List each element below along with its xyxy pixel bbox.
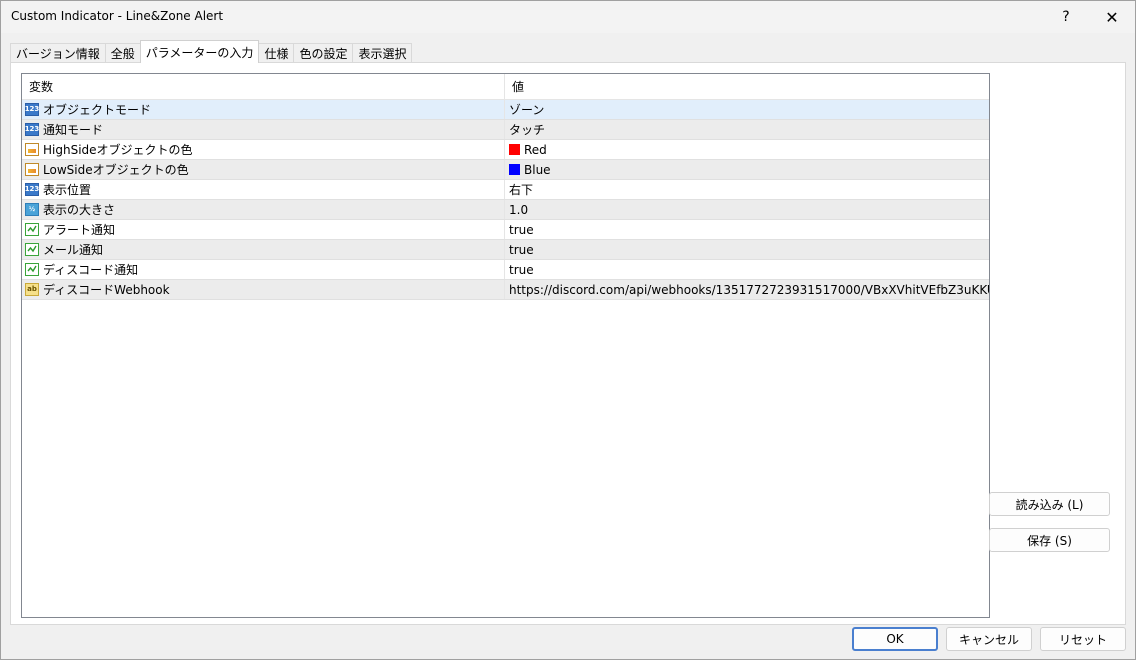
parameter-value-cell[interactable]: true [505, 240, 989, 259]
parameter-row[interactable]: LowSideオブジェクトの色 Blue [22, 160, 989, 180]
parameter-value: 右下 [509, 183, 534, 197]
load-button[interactable]: 読み込み (L) [989, 492, 1110, 516]
parameter-value: true [509, 242, 534, 257]
color-type-icon [25, 163, 39, 176]
color-swatch [509, 164, 520, 175]
parameter-value-cell[interactable]: タッチ [505, 120, 989, 139]
parameter-value-cell[interactable]: true [505, 260, 989, 279]
integer-type-icon: 123 [25, 103, 39, 116]
parameter-value: https://discord.com/api/webhooks/1351772… [509, 282, 989, 297]
parameter-row[interactable]: ab ディスコードWebhook https://discord.com/api/w… [22, 280, 989, 300]
parameter-row[interactable]: 123 通知モード タッチ [22, 120, 989, 140]
ok-button[interactable]: OK [852, 627, 938, 651]
double-type-icon: ½ [25, 203, 39, 216]
tab-color-settings[interactable]: 色の設定 [293, 43, 354, 63]
parameter-name: ディスコードWebhook [43, 283, 170, 297]
parameter-value-cell[interactable]: ゾーン [505, 100, 989, 119]
parameter-name: 通知モード [43, 123, 104, 137]
close-button[interactable]: ✕ [1089, 1, 1135, 33]
title-bar: Custom Indicator - Line&Zone Alert ? ✕ [1, 1, 1135, 33]
parameter-name-cell: ab ディスコードWebhook [22, 280, 505, 299]
tab-input-parameters[interactable]: パラメーターの入力 [139, 40, 260, 63]
parameter-row[interactable]: アラート通知 true [22, 220, 989, 240]
parameter-name-cell: HighSideオブジェクトの色 [22, 140, 505, 159]
color-type-icon [25, 143, 39, 156]
parameter-row[interactable]: 123 オブジェクトモード ゾーン [22, 100, 989, 120]
parameter-value-cell[interactable]: https://discord.com/api/webhooks/1351772… [505, 280, 989, 299]
color-swatch [509, 144, 520, 155]
save-button[interactable]: 保存 (S) [989, 528, 1110, 552]
parameter-name: オブジェクトモード [43, 103, 152, 117]
tab-bar: バージョン情報 全般 パラメーターの入力 仕様 色の設定 表示選択 [10, 40, 413, 63]
parameter-value-cell[interactable]: 右下 [505, 180, 989, 199]
parameter-name-cell: LowSideオブジェクトの色 [22, 160, 505, 179]
parameter-name-cell: 123 通知モード [22, 120, 505, 139]
parameter-row[interactable]: メール通知 true [22, 240, 989, 260]
parameter-row[interactable]: 123 表示位置 右下 [22, 180, 989, 200]
parameter-name-cell: ディスコード通知 [22, 260, 505, 279]
parameter-name: メール通知 [43, 243, 104, 257]
parameter-row[interactable]: ディスコード通知 true [22, 260, 989, 280]
parameter-value: ゾーン [509, 103, 545, 117]
parameter-value: タッチ [509, 123, 546, 137]
parameter-name: ディスコード通知 [43, 263, 139, 277]
parameter-value: true [509, 222, 534, 237]
parameter-name: LowSideオブジェクトの色 [43, 163, 189, 177]
parameter-row[interactable]: ½ 表示の大きさ 1.0 [22, 200, 989, 220]
window-title: Custom Indicator - Line&Zone Alert [11, 9, 224, 23]
column-header-value[interactable]: 値 [505, 74, 989, 99]
integer-type-icon: 123 [25, 123, 39, 136]
parameter-value-cell[interactable]: 1.0 [505, 200, 989, 219]
parameter-name-cell: 123 オブジェクトモード [22, 100, 505, 119]
dialog-window: Custom Indicator - Line&Zone Alert ? ✕ バ… [0, 0, 1136, 660]
parameter-name-cell: メール通知 [22, 240, 505, 259]
boolean-type-icon [25, 243, 39, 256]
parameter-row[interactable]: HighSideオブジェクトの色 Red [22, 140, 989, 160]
parameter-value: Blue [524, 162, 551, 177]
grid-rows: 123 オブジェクトモード ゾーン 123 通知モード タッチ HighSideオブジェクト… [22, 100, 989, 300]
parameter-value: 1.0 [509, 202, 529, 217]
parameter-grid: 変数 値 123 オブジェクトモード ゾーン 123 通知モード タッチ HighSideオ… [21, 73, 990, 618]
parameter-name-cell: アラート通知 [22, 220, 505, 239]
parameter-name: 表示位置 [43, 183, 92, 197]
parameter-name-cell: ½ 表示の大きさ [22, 200, 505, 219]
tab-general[interactable]: 全般 [104, 43, 141, 63]
tab-panel: 変数 値 123 オブジェクトモード ゾーン 123 通知モード タッチ HighSideオ… [10, 62, 1126, 625]
cancel-button[interactable]: キャンセル [946, 627, 1032, 651]
reset-button[interactable]: リセット [1040, 627, 1126, 651]
integer-type-icon: 123 [25, 183, 39, 196]
parameter-value: Red [524, 142, 547, 157]
grid-header: 変数 値 [22, 74, 989, 100]
parameter-value-cell[interactable]: Red [505, 140, 989, 159]
boolean-type-icon [25, 263, 39, 276]
tab-display-selection[interactable]: 表示選択 [352, 43, 413, 63]
parameter-value-cell[interactable]: true [505, 220, 989, 239]
column-header-variable[interactable]: 変数 [22, 74, 505, 99]
parameter-value: true [509, 262, 534, 277]
boolean-type-icon [25, 223, 39, 236]
parameter-name: HighSideオブジェクトの色 [43, 143, 193, 157]
parameter-name: 表示の大きさ [43, 203, 116, 217]
string-type-icon: ab [25, 283, 39, 296]
parameter-name-cell: 123 表示位置 [22, 180, 505, 199]
parameter-value-cell[interactable]: Blue [505, 160, 989, 179]
help-button[interactable]: ? [1043, 1, 1089, 33]
tab-version-info[interactable]: バージョン情報 [10, 43, 106, 63]
tab-specification[interactable]: 仕様 [258, 43, 295, 63]
parameter-name: アラート通知 [43, 223, 116, 237]
